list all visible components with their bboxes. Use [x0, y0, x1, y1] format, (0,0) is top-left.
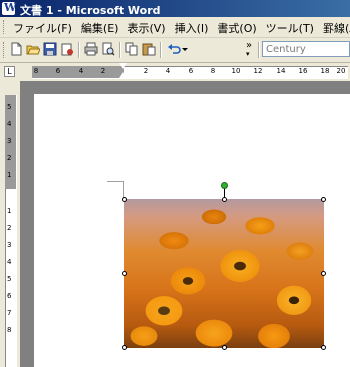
window-title: 文書 1 - Microsoft Word [20, 4, 161, 17]
copy-icon[interactable] [125, 42, 139, 56]
rotation-handle[interactable] [221, 182, 228, 189]
resize-handle-bottom-left[interactable] [122, 345, 127, 350]
ruler-tick: 3 [7, 137, 12, 145]
resize-handle-left[interactable] [122, 271, 127, 276]
menu-bar: ファイル(F) 編集(E) 表示(V) 挿入(I) 書式(O) ツール(T) 罫… [0, 17, 350, 38]
horizontal-ruler-area: L 8 6 4 2 2 4 6 8 10 12 14 16 18 20 [0, 63, 350, 81]
menu-table[interactable]: 罫線(A) [320, 20, 350, 36]
ruler-tick: 2 [143, 67, 149, 75]
tab-selector-icon[interactable]: L [4, 66, 15, 77]
toolbar-options-icon[interactable]: » ▾ [246, 41, 252, 59]
picture-orange-flowers[interactable] [124, 199, 324, 348]
standard-toolbar: » ▾ Century [0, 38, 350, 63]
word-icon[interactable]: W [2, 1, 17, 15]
resize-handle-top-left[interactable] [122, 197, 127, 202]
ruler-tick: 4 [7, 120, 12, 128]
permission-icon[interactable] [60, 42, 74, 56]
ruler-tick: 6 [7, 292, 12, 300]
ruler-tick: 20 [336, 67, 346, 75]
first-line-indent-marker[interactable] [119, 63, 127, 69]
toolbar-separator [258, 42, 260, 58]
ruler-tick: 2 [100, 67, 106, 75]
resize-handle-top-right[interactable] [321, 197, 326, 202]
toolbar-separator [78, 42, 80, 58]
ruler-tick: 2 [7, 224, 12, 232]
menu-insert[interactable]: 挿入(I) [172, 20, 215, 36]
undo-dropdown-icon[interactable] [181, 42, 189, 56]
menu-edit[interactable]: 編集(E) [78, 20, 125, 36]
ruler-tick: 6 [55, 67, 61, 75]
print-icon[interactable] [84, 42, 98, 56]
save-icon[interactable] [43, 42, 57, 56]
paste-icon[interactable] [142, 42, 156, 56]
resize-handle-bottom-right[interactable] [321, 345, 326, 350]
title-bar: W 文書 1 - Microsoft Word [0, 0, 350, 17]
ruler-tick: 1 [7, 207, 12, 215]
toolbar-separator [160, 42, 162, 58]
menu-items: ファイル(F) 編集(E) 表示(V) 挿入(I) 書式(O) ツール(T) 罫… [10, 20, 350, 36]
ruler-tick: 2 [7, 154, 12, 162]
ruler-tick: 14 [276, 67, 286, 75]
ruler-tick: 4 [7, 258, 12, 266]
menu-tools[interactable]: ツール(T) [263, 20, 320, 36]
ruler-tick: 10 [231, 67, 241, 75]
hanging-indent-marker[interactable] [119, 72, 127, 78]
text-boundary-mark [123, 181, 124, 198]
ruler-tick: 5 [7, 103, 12, 111]
undo-icon[interactable] [167, 42, 181, 56]
menu-grip-icon[interactable] [3, 20, 7, 34]
ruler-tick: 3 [7, 241, 12, 249]
ruler-tick: 12 [253, 67, 263, 75]
ruler-tick: 7 [7, 309, 12, 317]
open-icon[interactable] [26, 42, 40, 56]
print-preview-icon[interactable] [101, 42, 115, 56]
resize-handle-right[interactable] [321, 271, 326, 276]
menu-file[interactable]: ファイル(F) [10, 20, 78, 36]
toolbar-grip-icon[interactable] [3, 42, 7, 58]
ruler-tick: 8 [210, 67, 216, 75]
resize-handle-top[interactable] [222, 197, 227, 202]
word-icon-letter: W [4, 1, 17, 14]
ruler-tick: 8 [7, 326, 12, 334]
ruler-tick: 1 [7, 171, 12, 179]
vertical-ruler-area: 5 4 3 2 1 1 2 3 4 5 6 7 8 [0, 81, 20, 367]
resize-handle-bottom[interactable] [222, 345, 227, 350]
ruler-tick: 16 [298, 67, 308, 75]
new-document-icon[interactable] [9, 42, 23, 56]
ruler-tick: 18 [320, 67, 330, 75]
toolbar-separator [119, 42, 121, 58]
ruler-tick: 8 [33, 67, 39, 75]
ruler-tick: 4 [78, 67, 84, 75]
ruler-tick: 5 [7, 275, 12, 283]
ruler-tick: 4 [165, 67, 171, 75]
menu-view[interactable]: 表示(V) [124, 20, 171, 36]
text-boundary-mark [107, 181, 124, 182]
ruler-tick: 6 [188, 67, 194, 75]
font-name-box[interactable]: Century [262, 41, 350, 57]
menu-format[interactable]: 書式(O) [214, 20, 262, 36]
